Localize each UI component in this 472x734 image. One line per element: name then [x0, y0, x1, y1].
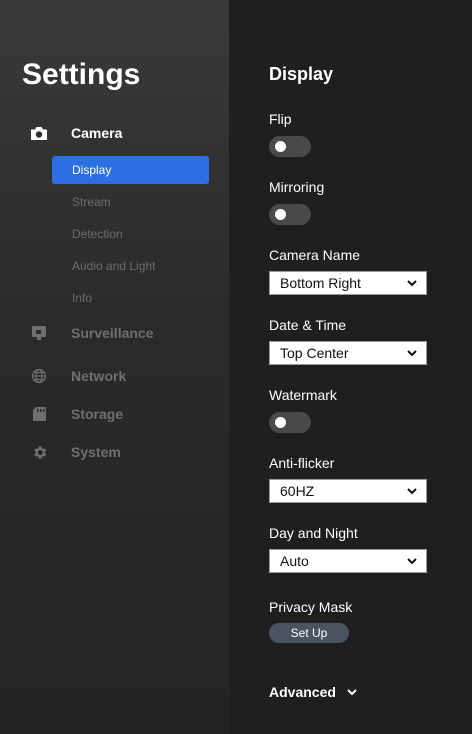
toggle-knob: [275, 209, 286, 220]
select-value: 60HZ: [280, 483, 315, 499]
sidebar-item-label: Camera: [71, 125, 123, 141]
flip-toggle[interactable]: [269, 136, 311, 157]
sidebar-item-surveillance[interactable]: Surveillance: [28, 321, 154, 345]
advanced-label: Advanced: [269, 684, 336, 700]
sidebar-subitem-display[interactable]: Display: [52, 156, 209, 184]
sidebar-item-storage[interactable]: Storage: [28, 402, 123, 426]
sidebar-subitem-audio-and-light[interactable]: Audio and Light: [52, 252, 209, 280]
date-time-label: Date & Time: [269, 317, 347, 333]
privacy-mask-label: Privacy Mask: [269, 599, 353, 615]
page-title: Display: [269, 64, 334, 84]
camera-icon: [28, 123, 50, 143]
sidebar-subitem-info[interactable]: Info: [52, 284, 209, 312]
anti-flicker-label: Anti-flicker: [269, 455, 335, 471]
select-value: Bottom Right: [280, 275, 361, 291]
sidebar-subitem-label: Info: [72, 291, 93, 305]
surveillance-icon: [28, 323, 50, 343]
day-night-select[interactable]: Auto: [269, 549, 427, 573]
sidebar-item-camera[interactable]: Camera: [28, 121, 122, 145]
chevron-down-icon: [347, 689, 357, 696]
sidebar: Settings Camera Display Stream Detection…: [0, 0, 229, 734]
display-panel: [229, 0, 472, 734]
sidebar-item-network[interactable]: Network: [28, 364, 126, 388]
advanced-toggle[interactable]: Advanced: [269, 684, 358, 700]
sidebar-item-label: System: [71, 444, 121, 460]
sidebar-subitem-label: Audio and Light: [72, 259, 156, 273]
day-night-label: Day and Night: [269, 525, 358, 541]
app-title: Settings: [22, 58, 141, 91]
flip-label: Flip: [269, 111, 292, 127]
chevron-down-icon: [407, 488, 417, 495]
sidebar-subitem-label: Display: [72, 163, 112, 177]
gear-icon: [28, 442, 50, 462]
mirroring-toggle[interactable]: [269, 204, 311, 225]
sd-card-icon: [28, 404, 50, 424]
select-value: Auto: [280, 553, 309, 569]
mirroring-label: Mirroring: [269, 179, 325, 195]
sidebar-subitem-stream[interactable]: Stream: [52, 188, 209, 216]
sidebar-item-label: Network: [71, 368, 127, 384]
chevron-down-icon: [407, 280, 417, 287]
sidebar-item-system[interactable]: System: [28, 440, 121, 464]
sidebar-subitem-detection[interactable]: Detection: [52, 220, 209, 248]
camera-name-select[interactable]: Bottom Right: [269, 271, 427, 295]
toggle-knob: [275, 417, 286, 428]
camera-name-label: Camera Name: [269, 247, 361, 263]
date-time-select[interactable]: Top Center: [269, 341, 427, 365]
sidebar-subitem-label: Stream: [72, 195, 111, 209]
chevron-down-icon: [407, 558, 417, 565]
select-value: Top Center: [280, 345, 349, 361]
anti-flicker-select[interactable]: 60HZ: [269, 479, 427, 503]
sidebar-item-label: Storage: [71, 406, 124, 422]
globe-icon: [28, 366, 50, 386]
watermark-toggle[interactable]: [269, 412, 311, 433]
toggle-knob: [275, 141, 286, 152]
watermark-label: Watermark: [269, 387, 337, 403]
sidebar-item-label: Surveillance: [71, 325, 154, 341]
chevron-down-icon: [407, 350, 417, 357]
privacy-mask-setup-button[interactable]: Set Up: [269, 623, 349, 643]
sidebar-subitem-label: Detection: [72, 227, 123, 241]
